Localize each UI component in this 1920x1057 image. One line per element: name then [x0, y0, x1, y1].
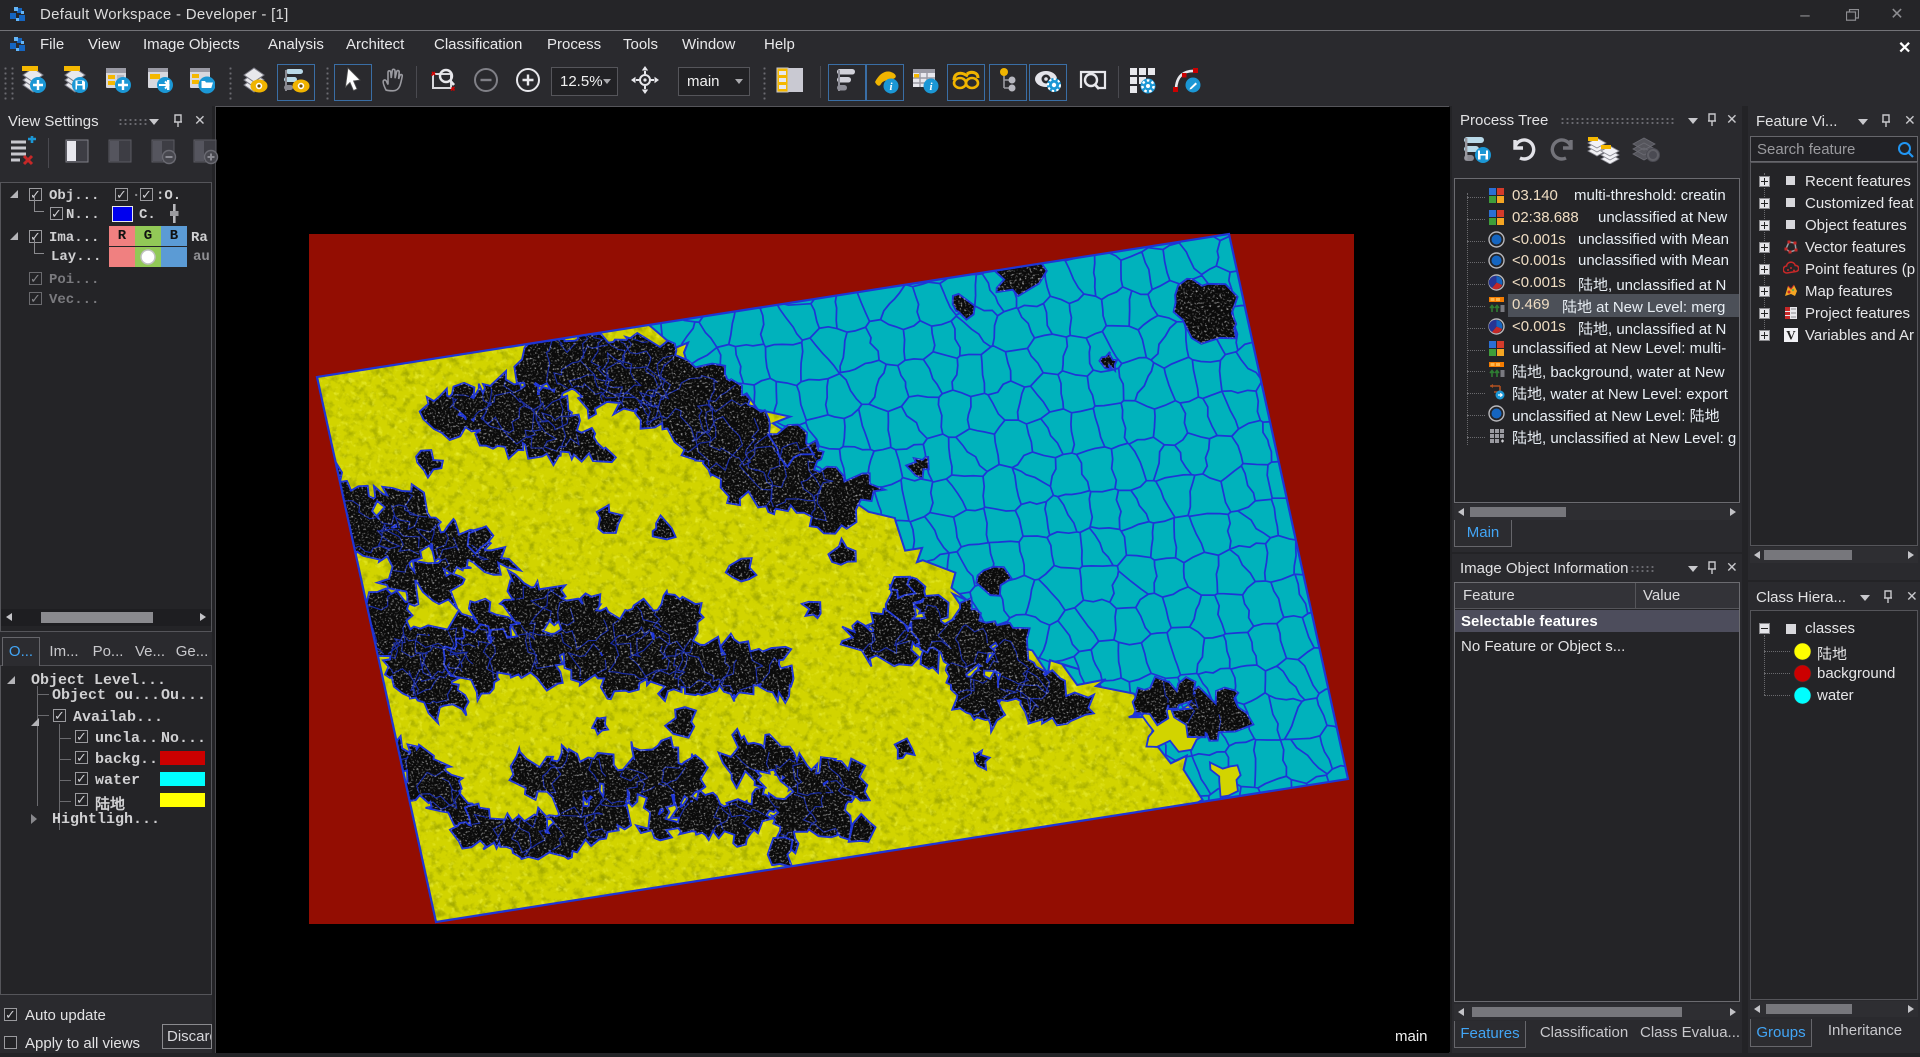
svg-text:V: V — [1786, 328, 1796, 343]
